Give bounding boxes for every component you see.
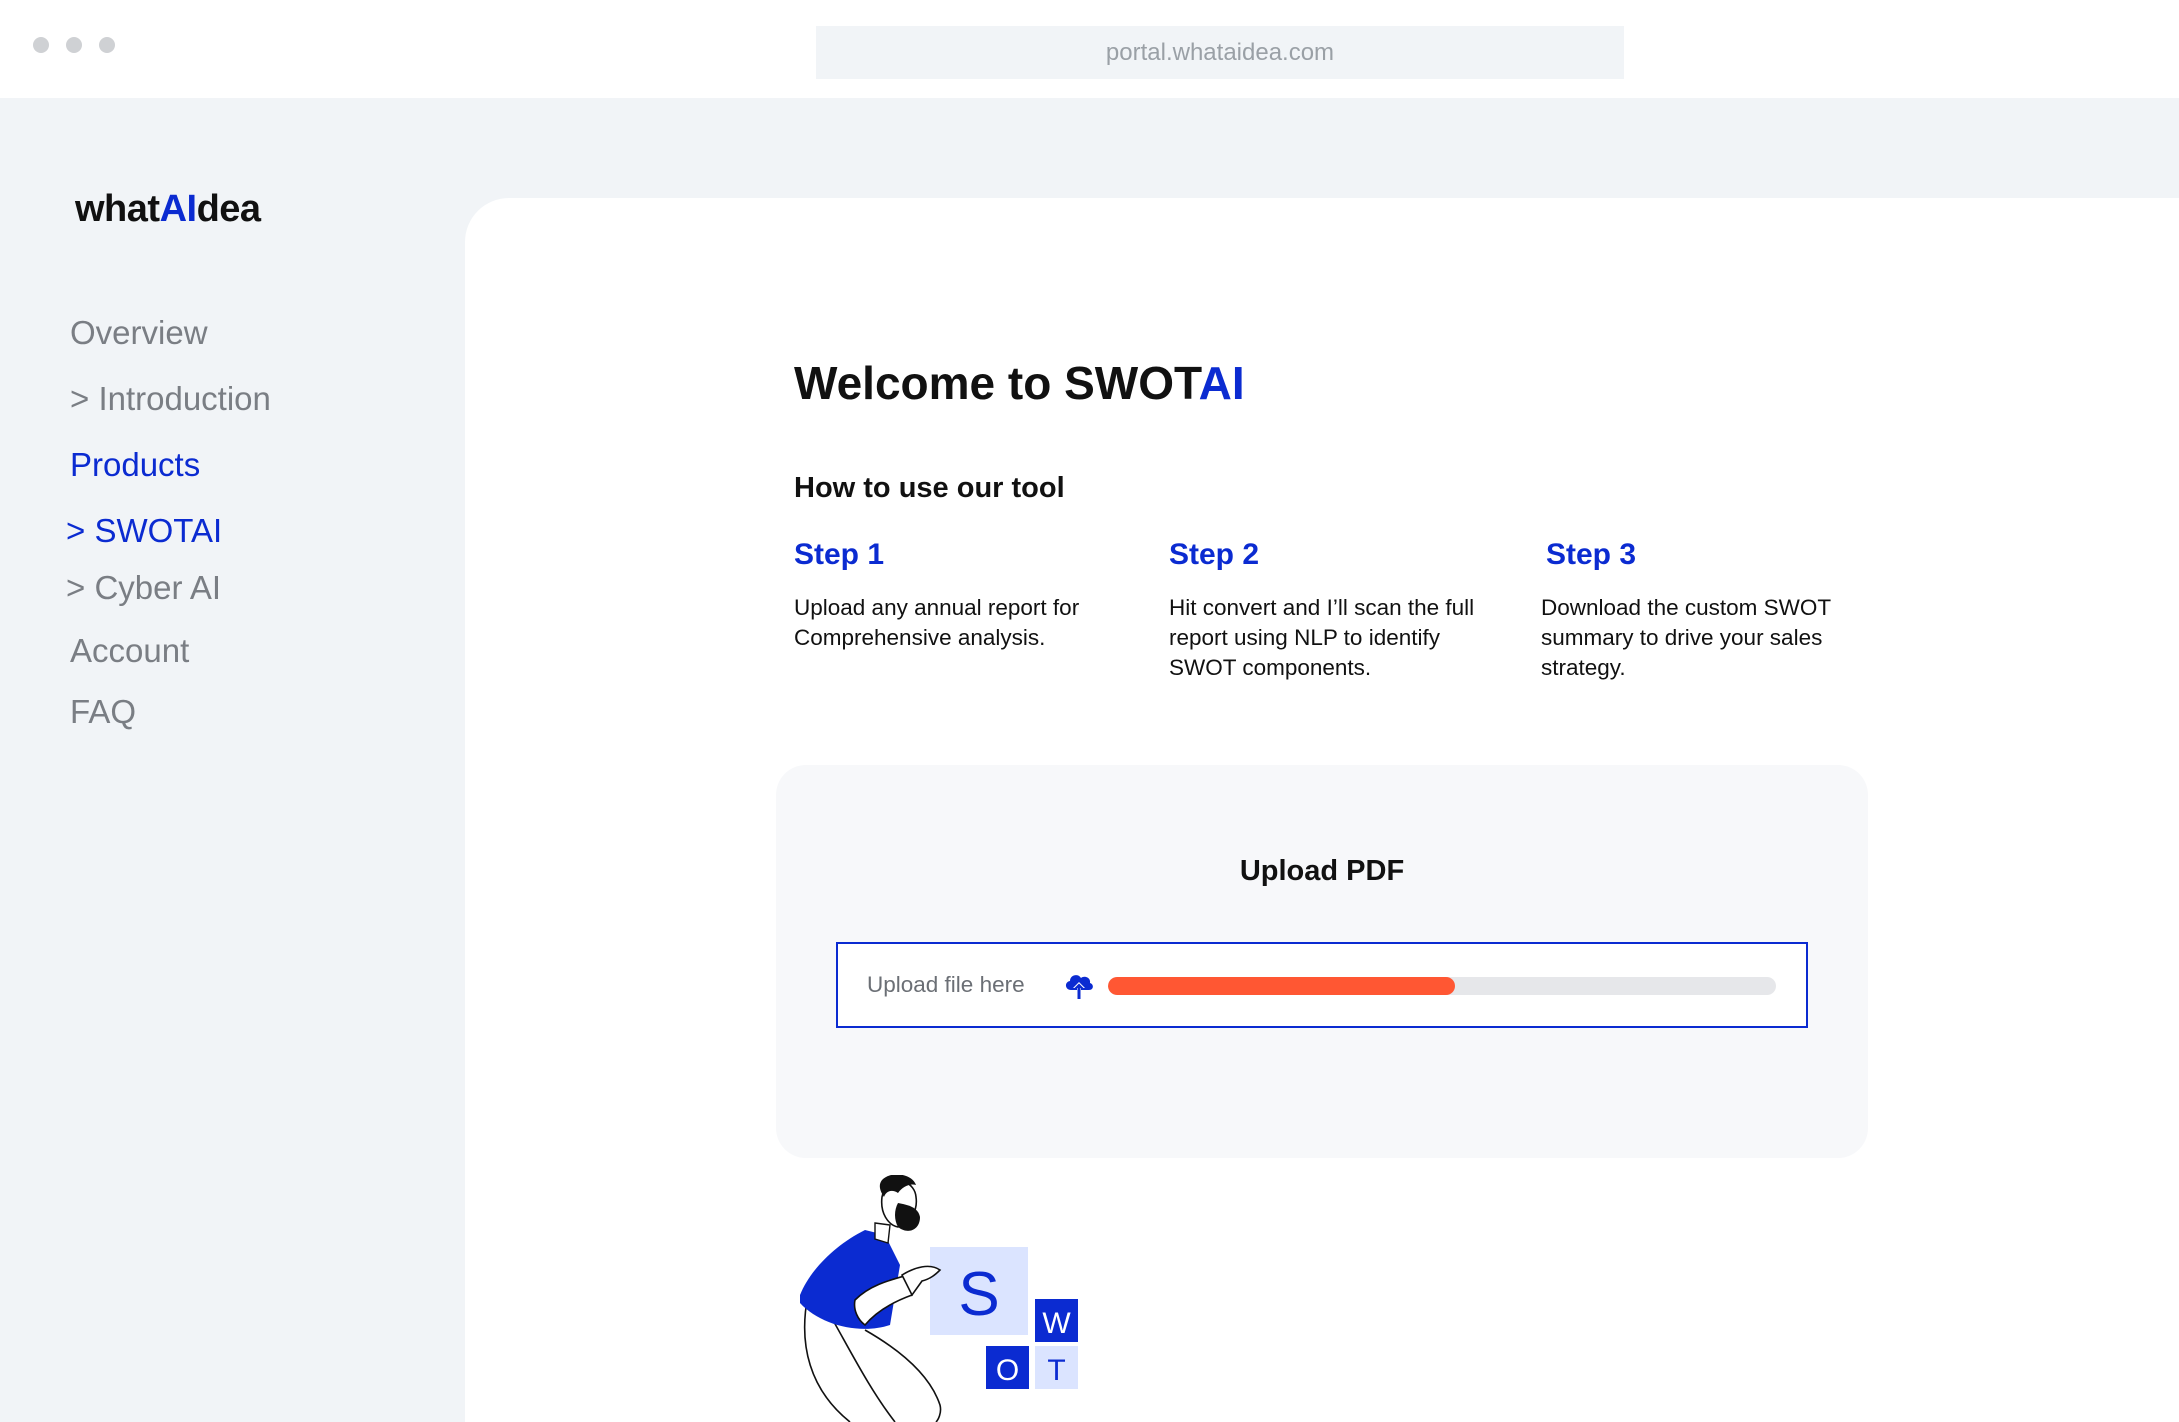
logo-prefix: what (75, 188, 160, 230)
step-2-title: Step 2 (1169, 538, 1260, 571)
swot-letter-w: W (1042, 1307, 1071, 1340)
sidebar-item-faq[interactable]: FAQ (70, 693, 136, 731)
swot-letter-s: S (958, 1260, 999, 1329)
step-3-description: Download the custom SWOT summary to driv… (1541, 595, 1831, 680)
step-1-title: Step 1 (794, 538, 885, 571)
sidebar-item-cyber-ai[interactable]: > Cyber AI (66, 569, 221, 607)
page-title-accent: AI (1198, 357, 1245, 409)
browser-chrome: portal.whataidea.com (0, 0, 2179, 98)
upload-card: Upload PDF Upload file here (776, 765, 1868, 1158)
sidebar-item-products[interactable]: Products (70, 446, 200, 484)
swot-illustration: S W O T (800, 1175, 1078, 1422)
logo-suffix: dea (196, 188, 261, 230)
step-2-description: Hit convert and I’ll scan the full repor… (1169, 595, 1475, 680)
page-title-prefix: Welcome to SWOT (794, 357, 1199, 409)
window-minimize-dot[interactable] (66, 37, 82, 53)
upload-progress-track (1108, 977, 1776, 995)
page-title: Welcome to SWOTAI (794, 356, 1245, 410)
logo-accent: AI (159, 188, 198, 230)
upload-label: Upload file here (867, 972, 1025, 997)
step-3-title: Step 3 (1546, 538, 1637, 571)
upload-progress-fill (1108, 977, 1456, 995)
upload-dropzone[interactable]: Upload file here (836, 942, 1808, 1028)
swot-letter-t: T (1047, 1354, 1065, 1387)
cloud-upload-icon[interactable] (1062, 968, 1096, 1002)
sidebar-item-introduction[interactable]: > Introduction (70, 380, 271, 418)
brand-logo[interactable]: whatAIdea (75, 188, 261, 231)
sidebar-item-account[interactable]: Account (70, 632, 189, 670)
upload-title: Upload PDF (1239, 855, 1405, 887)
sidebar-item-swotai[interactable]: > SWOTAI (66, 512, 222, 550)
step-1-description: Upload any annual report for Comprehensi… (794, 595, 1080, 650)
address-bar[interactable]: portal.whataidea.com (816, 26, 1624, 79)
howto-heading: How to use our tool (794, 472, 1065, 504)
sidebar-item-overview[interactable]: Overview (70, 314, 208, 352)
swot-letter-o: O (996, 1354, 1019, 1387)
window-maximize-dot[interactable] (99, 37, 115, 53)
window-close-dot[interactable] (33, 37, 49, 53)
